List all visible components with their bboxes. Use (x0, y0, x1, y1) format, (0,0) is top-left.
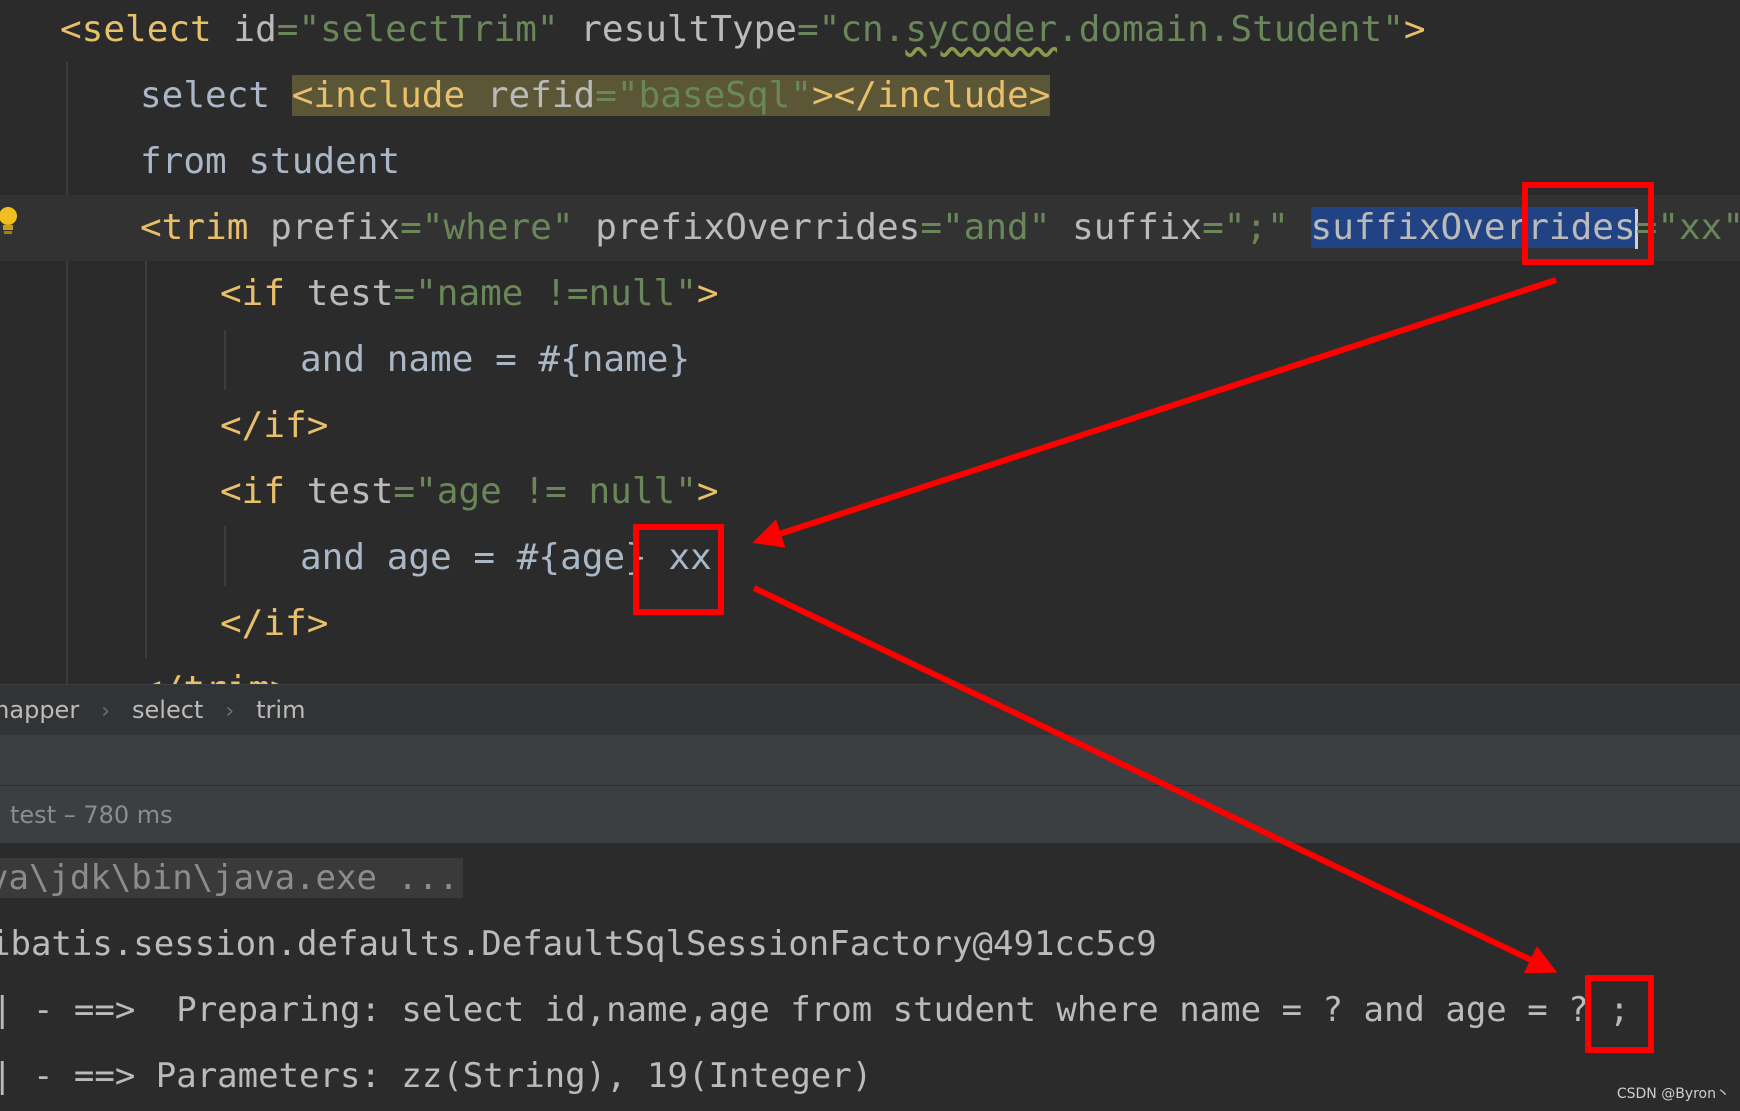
run-tab-label: test – 780 ms (10, 801, 173, 829)
sql-keyword: select (140, 75, 270, 116)
run-tab[interactable]: test – 780 ms (0, 786, 1740, 844)
equals: = (1636, 207, 1658, 248)
tool-window-header (0, 735, 1740, 786)
attr-value: "name !=null" (415, 273, 697, 314)
code-editor[interactable]: <select id="selectTrim" resultType="cn.s… (0, 0, 1740, 684)
chevron-right-icon: › (101, 699, 110, 724)
sql-text: and age = #{age} xx (300, 537, 712, 578)
include-open-tag: <include (292, 75, 465, 116)
if-open-tag: <if (220, 273, 285, 314)
trim-open-tag: <trim (140, 207, 248, 248)
attr-test: test (307, 471, 394, 512)
attr-value: .domain.Student" (1057, 9, 1404, 50)
if-open-tag: <if (220, 471, 285, 512)
code-line[interactable]: </trim> (0, 657, 1740, 684)
if-close-tag: </if> (220, 603, 328, 644)
trim-close-tag: </trim> (140, 669, 292, 684)
console-parameters: | - ==> Parameters: zz(String), 19(Integ… (0, 1056, 872, 1096)
include-highlight: <include refid="baseSql"></include> (292, 75, 1051, 116)
attr-value: "xx" (1657, 207, 1740, 248)
code-line[interactable]: and name = #{name} (0, 327, 1740, 393)
attr-refid: refid (487, 75, 595, 116)
equals: = (595, 75, 617, 116)
sql-text: and name = #{name} (300, 339, 690, 380)
attr-suffix: suffix (1072, 207, 1202, 248)
code-line[interactable]: select <include refid="baseSql"></includ… (0, 63, 1740, 129)
equals: = (1202, 207, 1224, 248)
console-line: va\jdk\bin\java.exe ... (0, 845, 1740, 911)
attr-test: test (307, 273, 394, 314)
lightbulb-icon[interactable] (0, 206, 20, 236)
selected-text: suffixOverrides (1311, 207, 1636, 248)
equals: = (393, 273, 415, 314)
breadcrumb: mapper › select › trim (0, 684, 1740, 735)
tag-close: > (697, 471, 719, 512)
console-text: ibatis.session.defaults.DefaultSqlSessio… (0, 924, 1157, 964)
chevron-right-icon: › (225, 699, 234, 724)
attr-value: ";" (1224, 207, 1289, 248)
attr-prefixoverrides: prefixOverrides (595, 207, 920, 248)
attr-id: id (233, 9, 276, 50)
breadcrumb-item[interactable]: mapper (0, 696, 79, 724)
attr-value: "baseSql" (617, 75, 812, 116)
code-line[interactable]: </if> (0, 393, 1740, 459)
typo-underlined-word: sycoder (905, 9, 1057, 50)
select-open-tag: <select (60, 9, 212, 50)
code-line[interactable]: </if> (0, 591, 1740, 657)
code-line[interactable]: from student (0, 129, 1740, 195)
include-close-tag: ></include> (812, 75, 1050, 116)
console-line: ibatis.session.defaults.DefaultSqlSessio… (0, 911, 1730, 977)
console-line: | - ==> Preparing: select id,name,age fr… (0, 977, 1732, 1043)
breadcrumb-item[interactable]: select (132, 696, 203, 724)
attr-value: "where" (422, 207, 574, 248)
if-close-tag: </if> (220, 405, 328, 446)
attr-prefix: prefix (270, 207, 400, 248)
code-line[interactable]: <if test="age != null"> (0, 459, 1740, 525)
code-line[interactable]: <select id="selectTrim" resultType="cn.s… (0, 0, 1740, 63)
console-preparing: | - ==> Preparing: select id,name,age fr… (0, 990, 1630, 1030)
equals: = (920, 207, 942, 248)
attr-value: "selectTrim" (298, 9, 558, 50)
java-command[interactable]: va\jdk\bin\java.exe ... (0, 858, 463, 898)
equals: = (797, 9, 819, 50)
run-console[interactable]: va\jdk\bin\java.exe ... ibatis.session.d… (0, 845, 1740, 1111)
attr-value: "and" (942, 207, 1050, 248)
equals: = (277, 9, 299, 50)
tag-close: > (1404, 9, 1426, 50)
attr-value: "cn. (819, 9, 906, 50)
console-line: | - ==> Parameters: zz(String), 19(Integ… (0, 1043, 1732, 1109)
code-line[interactable]: <if test="name !=null"> (0, 261, 1740, 327)
breadcrumb-item[interactable]: trim (256, 696, 305, 724)
code-line[interactable]: and age = #{age} xx (0, 525, 1740, 591)
code-line-current[interactable]: <trim prefix="where" prefixOverrides="an… (0, 195, 1740, 261)
sql-text: from student (140, 141, 400, 182)
watermark: CSDN @Byron丶 (1617, 1083, 1730, 1103)
equals: = (393, 471, 415, 512)
attr-resulttype: resultType (580, 9, 797, 50)
attr-value: "age != null" (415, 471, 697, 512)
tag-close: > (697, 273, 719, 314)
equals: = (400, 207, 422, 248)
